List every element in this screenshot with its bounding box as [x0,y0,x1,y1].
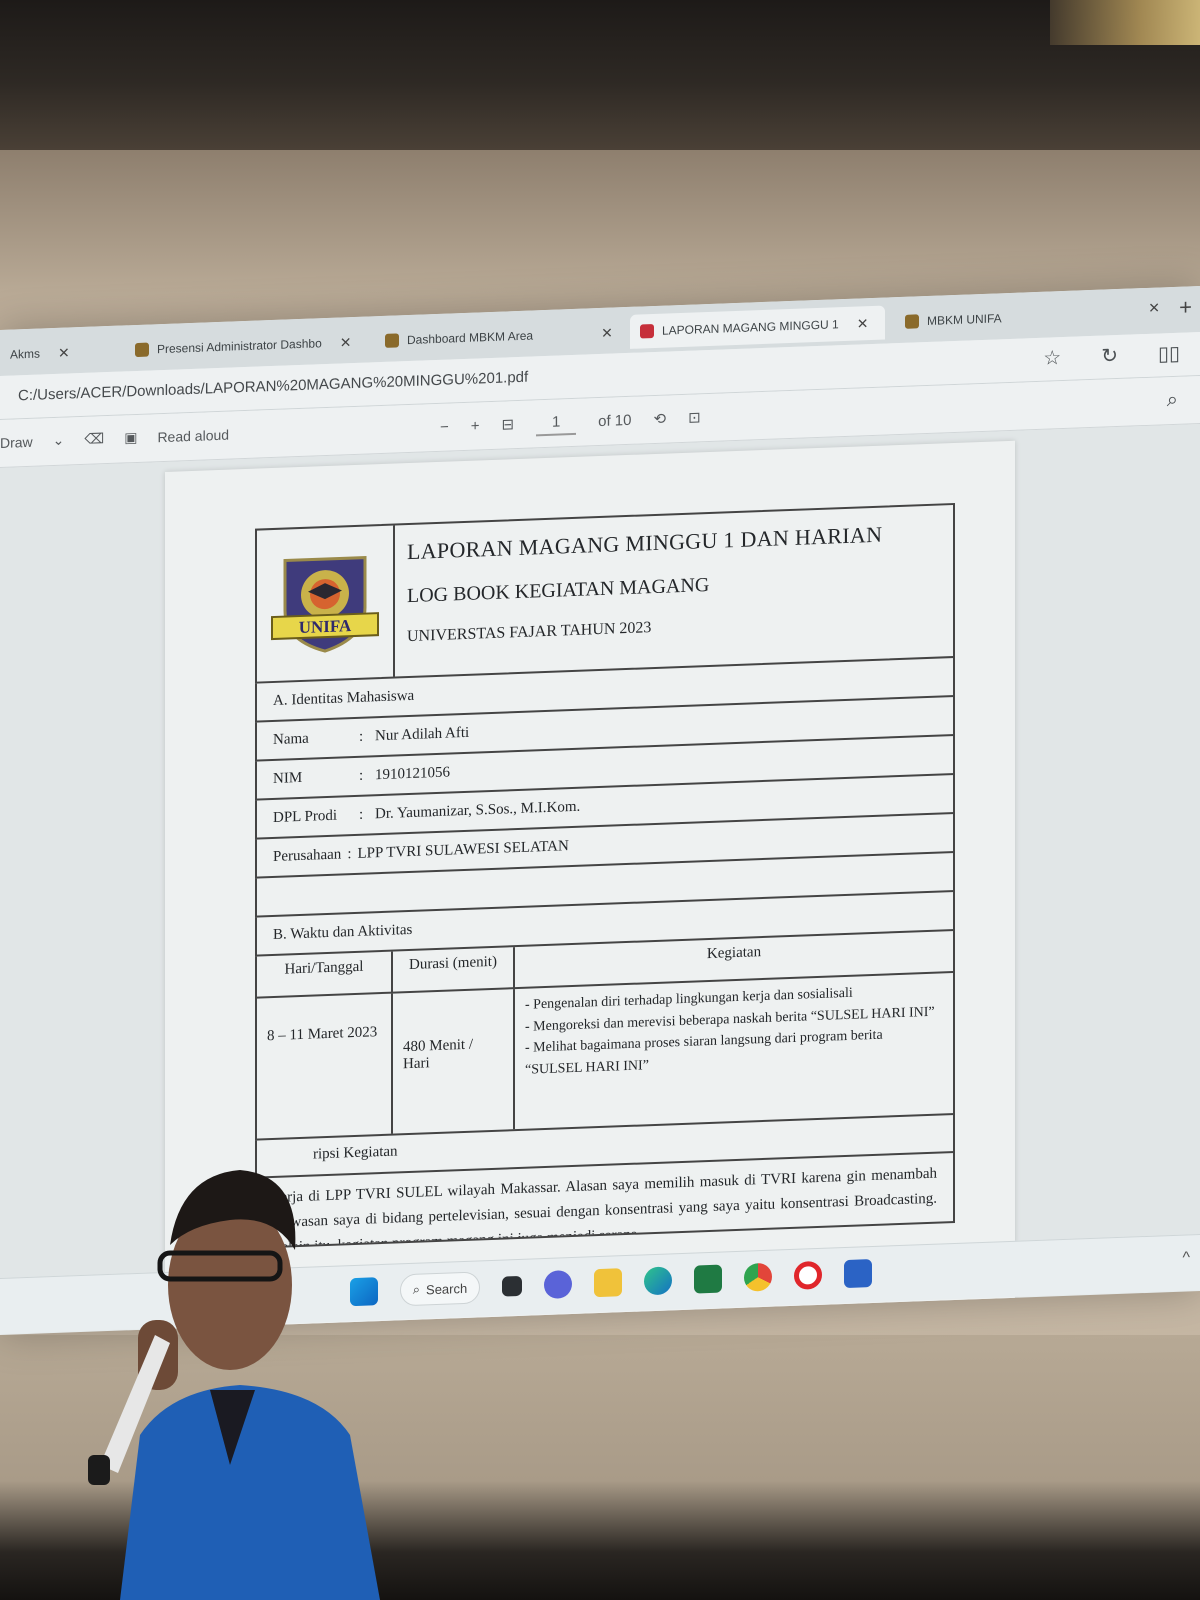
chevron-up-icon[interactable]: ^ [1182,1249,1190,1267]
fit-page-icon[interactable]: ⊟ [502,415,515,433]
logo-text: UNIFA [299,616,352,637]
form-title: LAPORAN MAGANG MINGGU 1 DAN HARIAN [407,521,883,565]
edge-icon[interactable] [644,1266,672,1296]
form-subtitle: LOG BOOK KEGIATAN MAGANG [407,573,710,608]
file-explorer-icon[interactable] [594,1268,622,1298]
rotate-icon[interactable]: ⟲ [653,410,666,428]
shield-icon [135,342,149,358]
form-header: UNIFA LAPORAN MAGANG MINGGU 1 DAN HARIAN… [255,502,955,684]
pdf-icon [640,324,654,339]
page-number-input[interactable]: 1 [536,408,577,437]
shield-icon [905,314,919,329]
tab-mbkm-unifa[interactable]: MBKM UNIFA [895,298,1095,339]
tab-akms[interactable]: Akms ✕ [0,334,120,372]
chat-icon[interactable] [544,1270,572,1300]
search-icon[interactable]: ⌕ [1167,389,1178,412]
tab-label: Akms [10,346,40,362]
text-icon[interactable]: ▣ [124,429,137,446]
section-a-label: A. Identitas Mahasiswa [273,687,415,709]
refresh-icon[interactable]: ↻ [1101,343,1118,369]
unifa-logo: UNIFA [271,555,379,653]
search-icon: ⌕ [412,1281,421,1297]
field-separator: : [359,728,364,745]
zoom-out-button[interactable]: − [440,418,449,435]
zoom-in-button[interactable]: + [471,417,480,434]
chevron-down-icon[interactable]: ⌄ [53,432,65,449]
search-label: Search [426,1280,468,1297]
tab-label: MBKM UNIFA [927,311,1002,329]
field-value: Nur Adilah Afti [375,724,470,745]
chrome-icon[interactable] [744,1262,772,1292]
table-header: Hari/Tanggal [257,951,393,999]
logo-cell: UNIFA [257,525,395,682]
presenter-silhouette [88,1170,380,1600]
read-aloud-button[interactable]: Read aloud [157,426,229,445]
reading-view-icon[interactable]: ▯▯ [1158,341,1180,367]
taskbar-search[interactable]: ⌕ Search [400,1271,480,1307]
draw-button[interactable]: Draw [0,433,33,450]
excel-icon[interactable] [694,1264,722,1294]
tab-label: LAPORAN MAGANG MINGGU 1 [662,317,839,338]
field-separator: : [347,846,352,863]
favorite-star-icon[interactable]: ☆ [1043,345,1061,371]
close-icon[interactable]: ✕ [601,324,613,341]
task-view-icon[interactable] [502,1275,522,1297]
room-ceiling [0,0,1200,150]
field-label: NIM [273,769,303,787]
close-icon[interactable]: ✕ [340,334,352,351]
close-icon[interactable]: ✕ [857,315,869,332]
new-tab-icon[interactable]: + [1179,294,1192,320]
close-icon[interactable]: ✕ [1148,299,1160,316]
field-separator: : [359,806,364,823]
cell-hari-tanggal: 8 – 11 Maret 2023 [257,993,393,1139]
tab-laporan[interactable]: LAPORAN MAGANG MINGGU 1 ✕ [630,305,885,349]
company-label: Perusahaan [273,846,342,865]
eraser-icon[interactable]: ⌫ [84,430,104,448]
tab-label: Dashboard MBKM Area [407,328,534,348]
field-separator: : [359,767,364,784]
page-total: of 10 [598,411,632,430]
ceiling-light [1050,0,1200,45]
close-icon[interactable]: ✕ [58,344,70,361]
company-value: LPP TVRI SULAWESI SELATAN [357,838,569,862]
cell-durasi: 480 Menit / Hari [393,989,515,1134]
tab-label: Presensi Administrator Dashbo [157,336,322,357]
tab-presensi[interactable]: Presensi Administrator Dashbo ✕ [125,325,365,368]
tab-dashboard[interactable]: Dashboard MBKM Area ✕ [375,315,625,358]
section-b-label: B. Waktu dan Aktivitas [273,921,413,943]
university-name: UNIVERSTAS FAJAR TAHUN 2023 [407,619,652,646]
page-view-icon[interactable]: ⊡ [688,408,701,426]
field-label: Nama [273,730,309,748]
shield-icon [385,333,399,348]
title-cell: LAPORAN MAGANG MINGGU 1 DAN HARIAN LOG B… [395,505,953,676]
field-value: Dr. Yaumanizar, S.Sos., M.I.Kom. [375,798,581,823]
field-value: 1910121056 [375,764,450,784]
activity-table: Hari/Tanggal Durasi (menit) Kegiatan 8 –… [255,930,955,1141]
field-label: DPL Prodi [273,807,338,826]
cell-kegiatan: - Pengenalan diri terhadap lingkungan ke… [515,973,953,1129]
opera-icon[interactable] [794,1260,822,1290]
word-icon[interactable] [844,1259,872,1289]
url-field[interactable]: C:/Users/ACER/Downloads/LAPORAN%20MAGANG… [18,369,528,405]
table-header: Durasi (menit) [393,947,515,994]
